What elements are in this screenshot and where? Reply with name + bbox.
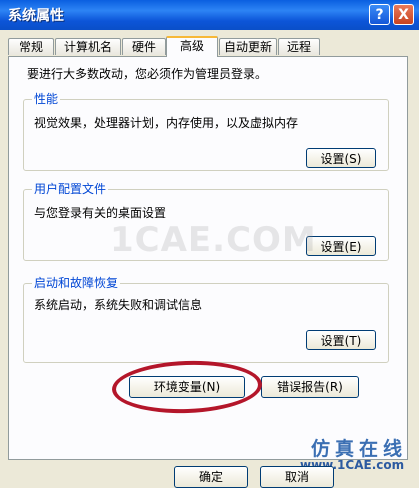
close-button[interactable]: X xyxy=(393,4,414,25)
watermark-brand: 仿真在线 xyxy=(311,438,408,460)
watermark-center: 1CAE.COM xyxy=(110,220,317,260)
title-bar: 系统属性 ? X xyxy=(0,0,419,30)
performance-title: 性能 xyxy=(32,92,61,106)
startup-recovery-group: 启动和故障恢复 系统启动，系统失败和调试信息 设置(T) xyxy=(23,276,389,363)
tab-hardware[interactable]: 硬件 xyxy=(122,38,166,55)
performance-description: 视觉效果，处理器计划，内存使用，以及虚拟内存 xyxy=(34,116,299,130)
startup-recovery-title: 启动和故障恢复 xyxy=(32,276,121,290)
tab-advanced[interactable]: 高级 xyxy=(166,36,218,57)
startup-recovery-settings-button[interactable]: 设置(T) xyxy=(306,330,376,350)
window-title: 系统属性 xyxy=(8,8,64,24)
tab-automatic-updates[interactable]: 自动更新 xyxy=(219,38,277,55)
performance-settings-button[interactable]: 设置(S) xyxy=(306,148,376,168)
help-button[interactable]: ? xyxy=(369,4,390,25)
user-profiles-description: 与您登录有关的桌面设置 xyxy=(34,206,167,220)
tab-strip: 常规 计算机名 硬件 高级 自动更新 远程 xyxy=(8,36,418,57)
tab-remote[interactable]: 远程 xyxy=(278,38,320,55)
performance-group: 性能 视觉效果，处理器计划，内存使用，以及虚拟内存 设置(S) xyxy=(23,92,389,171)
tab-general[interactable]: 常规 xyxy=(8,38,54,55)
user-profiles-title: 用户配置文件 xyxy=(32,182,109,196)
ok-button[interactable]: 确定 xyxy=(174,466,248,488)
tab-computer-name[interactable]: 计算机名 xyxy=(55,38,121,55)
admin-notice: 要进行大多数改动，您必须作为管理员登录。 xyxy=(27,67,268,81)
startup-recovery-description: 系统启动，系统失败和调试信息 xyxy=(34,298,203,312)
cancel-button[interactable]: 取消 xyxy=(260,466,334,488)
error-reporting-button[interactable]: 错误报告(R) xyxy=(261,376,359,398)
